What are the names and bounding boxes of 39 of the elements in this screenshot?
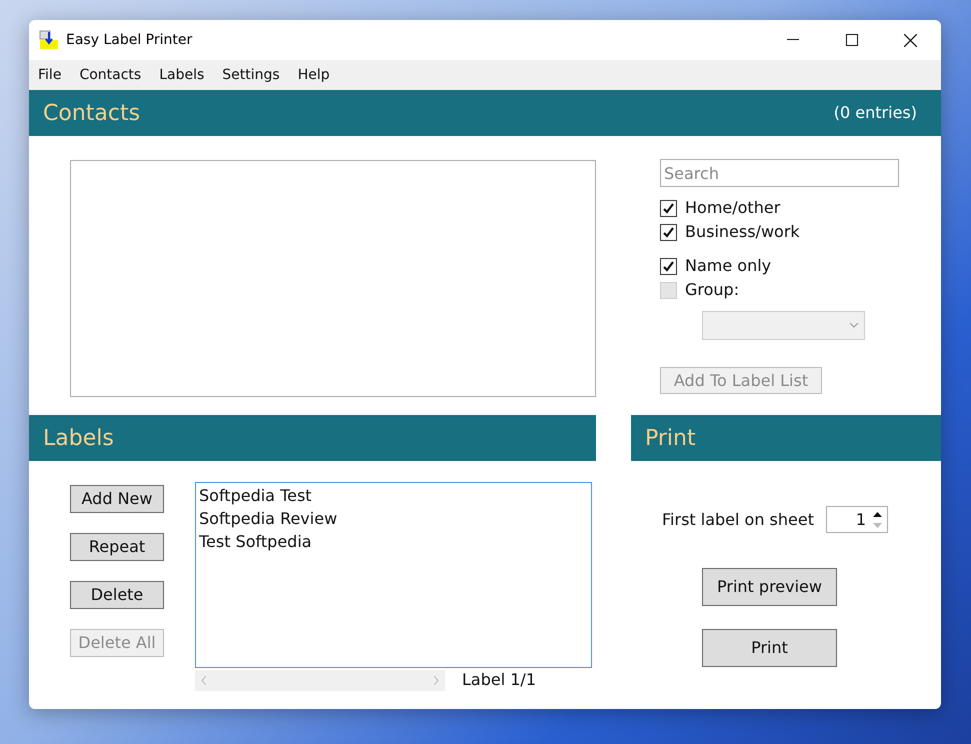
section-title: Print bbox=[645, 424, 696, 452]
first-label-text: First label on sheet bbox=[662, 508, 814, 530]
spinner-value: 1 bbox=[854, 508, 867, 530]
label-line: Softpedia Review bbox=[199, 508, 338, 530]
action-button[interactable]: Add New bbox=[70, 485, 164, 513]
action-button[interactable]: Print preview bbox=[702, 568, 837, 606]
maximize-icon[interactable] bbox=[846, 34, 858, 46]
close-icon[interactable] bbox=[904, 34, 917, 46]
checkbox-label: Home/other bbox=[685, 197, 780, 219]
menu-item[interactable]: Settings bbox=[222, 64, 280, 86]
checkbox-label: Group: bbox=[685, 279, 740, 301]
label-line: Softpedia Test bbox=[199, 485, 313, 507]
window-title: Easy Label Printer bbox=[66, 30, 192, 50]
minimize-icon[interactable] bbox=[787, 39, 799, 41]
action-button[interactable]: Print bbox=[702, 629, 837, 667]
label-counter: Label 1/1 bbox=[462, 669, 536, 691]
checkbox[interactable] bbox=[660, 200, 677, 216]
section-title: Contacts bbox=[43, 100, 140, 128]
menu-item[interactable]: File bbox=[38, 64, 62, 86]
label-text-area[interactable]: Softpedia Test Softpedia Review Test Softpedia bbox=[195, 482, 592, 668]
search-field[interactable]: Search bbox=[660, 159, 899, 187]
checkbox-label: Name only bbox=[685, 255, 772, 277]
checkmark-icon bbox=[662, 202, 675, 214]
action-button[interactable]: Repeat bbox=[70, 533, 164, 561]
checkbox-label: Business/work bbox=[685, 221, 800, 243]
entry-count: (0 entries) bbox=[834, 102, 917, 124]
label-line: Test Softpedia bbox=[199, 531, 313, 553]
checkmark-icon bbox=[662, 226, 675, 238]
checkmark-icon bbox=[662, 260, 675, 272]
chevron-down-icon bbox=[850, 323, 858, 328]
section-title: Labels bbox=[43, 424, 114, 452]
app-icon bbox=[39, 30, 59, 50]
checkbox[interactable] bbox=[660, 258, 677, 274]
menu-item[interactable]: Help bbox=[298, 64, 330, 86]
menu-item[interactable]: Contacts bbox=[79, 64, 142, 86]
checkbox[interactable] bbox=[660, 224, 677, 240]
number-spinner[interactable]: 1 bbox=[826, 506, 888, 533]
action-button[interactable]: Delete bbox=[70, 581, 164, 609]
menu-item[interactable]: Labels bbox=[159, 64, 204, 86]
